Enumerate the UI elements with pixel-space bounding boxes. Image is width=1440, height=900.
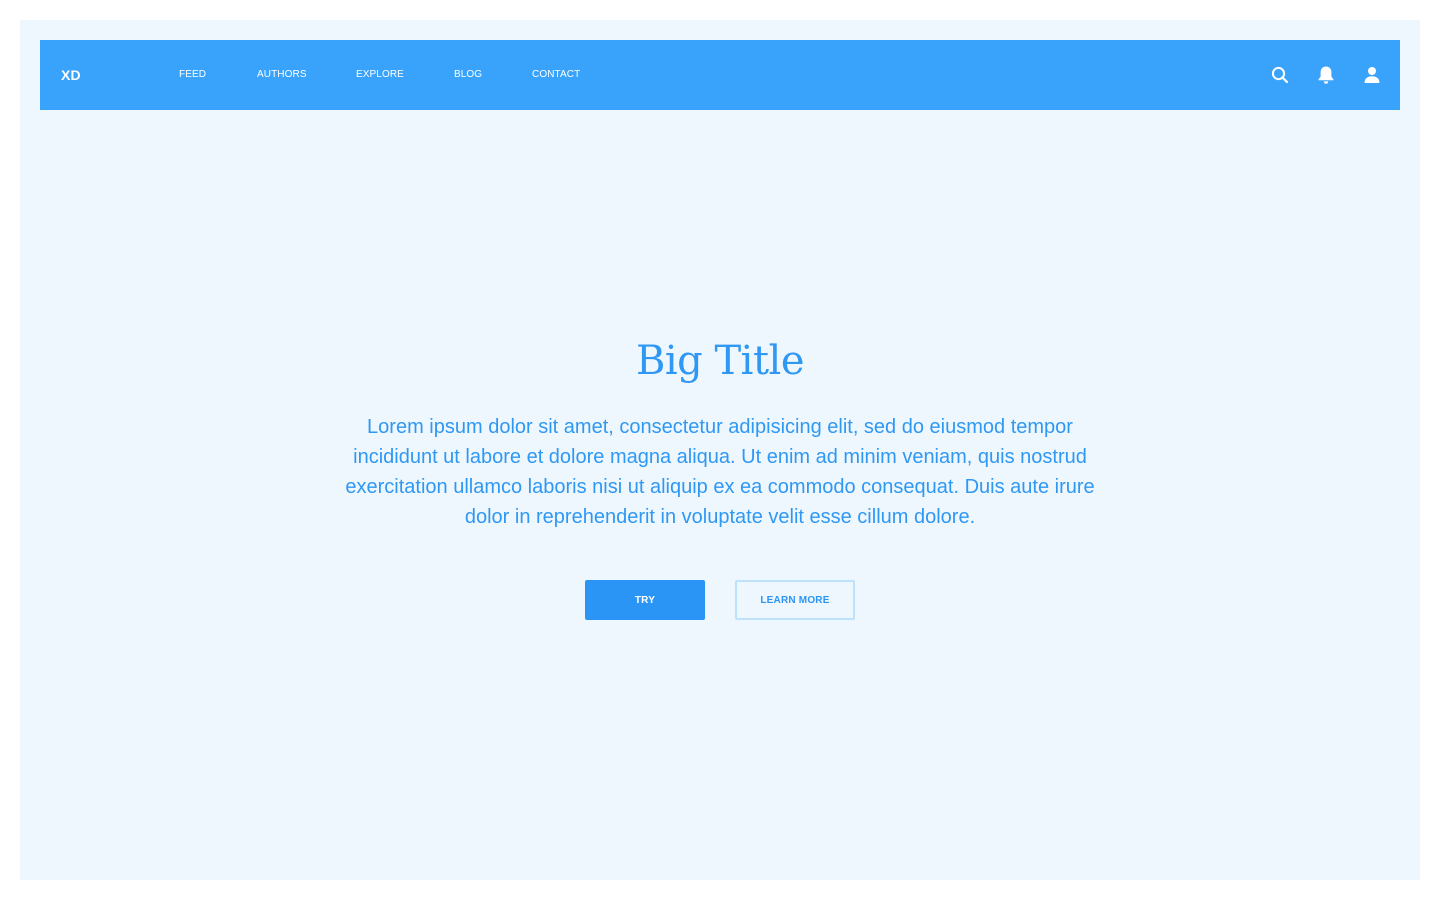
- hero-description: Lorem ipsum dolor sit amet, consectetur …: [345, 416, 1095, 528]
- user-icon[interactable]: [1361, 64, 1383, 86]
- hero-title: Big Title: [635, 338, 805, 384]
- learn-more-button[interactable]: LEARN MORE: [735, 580, 855, 620]
- try-button[interactable]: TRY: [585, 580, 705, 620]
- bell-icon[interactable]: [1315, 64, 1337, 86]
- hero-section: Big Title Lorem ipsum dolor sit amet, co…: [20, 90, 1420, 880]
- search-icon[interactable]: [1269, 64, 1291, 86]
